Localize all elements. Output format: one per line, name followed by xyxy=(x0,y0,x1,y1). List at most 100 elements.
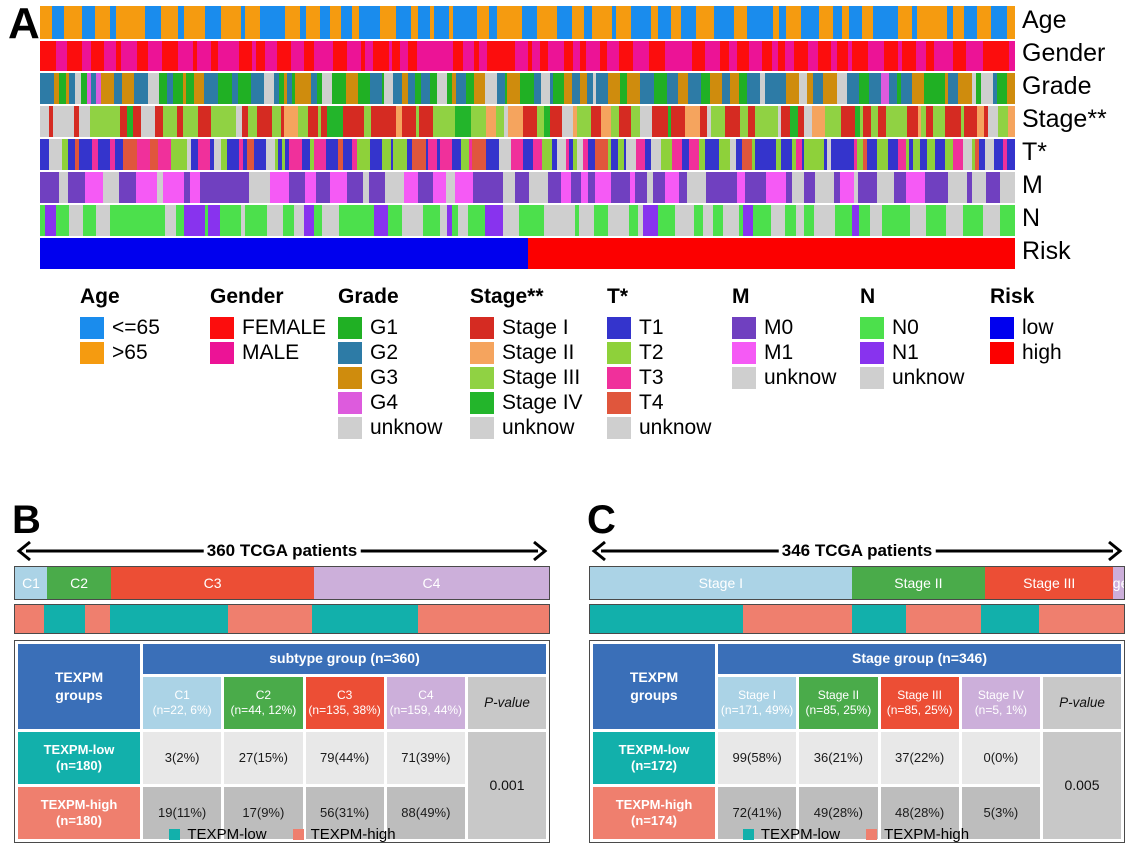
heatmap-seg xyxy=(245,205,262,236)
column-header: C1 (n=22, 6%) xyxy=(143,677,222,729)
legend-item-label: unknow xyxy=(370,415,443,439)
heatmap-seg xyxy=(725,106,740,137)
legend-item-label: G2 xyxy=(370,340,399,364)
legend-item: unknow xyxy=(607,415,711,440)
heatmap-seg xyxy=(137,139,150,170)
heatmap-seg xyxy=(616,6,631,39)
texpm-groups-header: TEXPM groups xyxy=(593,644,715,729)
legend-item: Stage II xyxy=(470,340,583,365)
heatmap-seg xyxy=(515,172,522,203)
heatmap-seg xyxy=(835,205,852,236)
heatmap-seg xyxy=(786,73,799,104)
heatmap-seg xyxy=(136,172,157,203)
heatmap-seg xyxy=(508,106,523,137)
heatmap-seg xyxy=(523,106,537,137)
bottom-legend-item: TEXPM-low xyxy=(169,826,267,843)
bottom-legend-label: TEXPM-high xyxy=(310,826,396,843)
legend-item-label: >65 xyxy=(112,340,148,364)
heatmap-seg xyxy=(419,106,433,137)
heatmap-seg xyxy=(755,106,768,137)
heatmap-seg xyxy=(466,73,474,104)
legend-item: low xyxy=(990,315,1062,340)
heatmap-seg xyxy=(433,106,449,137)
heatmap-seg xyxy=(705,41,720,71)
heatmap-seg xyxy=(884,41,898,71)
heatmap-seg xyxy=(859,73,869,104)
heatmap-seg xyxy=(79,139,92,170)
heatmap-seg xyxy=(520,73,534,104)
heatmap-seg xyxy=(868,41,884,71)
heatmap-seg xyxy=(496,106,504,137)
heatmap-row-m xyxy=(40,172,1015,203)
texpm-segment xyxy=(312,605,419,633)
heatmap-seg xyxy=(1006,172,1015,203)
heatmap-seg xyxy=(991,6,1007,39)
pvalue-cell: 0.005 xyxy=(1043,732,1121,839)
heatmap-seg xyxy=(577,106,591,137)
heatmap-seg xyxy=(847,73,859,104)
heatmap-seg xyxy=(981,73,993,104)
group-segment: C2 xyxy=(47,567,112,599)
heatmap-seg xyxy=(935,139,945,170)
pvalue-header: P-value xyxy=(468,677,546,729)
heatmap-seg xyxy=(611,106,619,137)
heatmap-seg xyxy=(404,172,418,203)
legend-item: >65 xyxy=(80,340,160,365)
heatmap-seg xyxy=(655,106,668,137)
legend-title: Gender xyxy=(210,285,284,308)
heatmap-seg xyxy=(948,172,967,203)
group-segment: C4 xyxy=(314,567,549,599)
data-cell: 79(44%) xyxy=(305,732,384,784)
heatmap-seg xyxy=(612,41,619,71)
heatmap-seg xyxy=(486,139,499,170)
heatmap-seg xyxy=(913,139,920,170)
bottom-legend-swatch-icon xyxy=(742,829,754,840)
heatmap-seg-risk-low xyxy=(40,238,528,269)
group-header: subtype group (n=360) xyxy=(143,644,546,674)
heatmap-seg xyxy=(588,139,595,170)
legend-title: N xyxy=(860,285,876,308)
group-segment: C3 xyxy=(111,567,315,599)
legend-item-label: G1 xyxy=(370,315,399,339)
bottom-legend-swatch-icon xyxy=(866,829,878,840)
heatmap-seg xyxy=(59,172,68,203)
panel-c-letter: C xyxy=(587,498,616,542)
heatmap-seg xyxy=(983,205,1000,236)
heatmap-seg xyxy=(888,139,898,170)
heatmap-seg xyxy=(277,41,291,71)
bottom-legend-swatch-icon xyxy=(292,829,304,840)
heatmap-seg xyxy=(272,106,281,137)
heatmap-seg xyxy=(804,139,812,170)
heatmap-seg xyxy=(1000,205,1015,236)
heatmap-row-gender xyxy=(40,41,1015,71)
heatmap-seg xyxy=(985,139,994,170)
heatmap-legend-group: Age <=65 >65 Gender FEMALE MALE Grade G1 G2 G3 G4 u… xyxy=(80,285,1130,450)
heatmap-seg xyxy=(596,73,608,104)
heatmap-seg xyxy=(343,139,352,170)
heatmap-seg xyxy=(958,73,972,104)
heatmap-seg xyxy=(889,73,897,104)
heatmap-label-risk: Risk xyxy=(1022,237,1071,265)
heatmap-seg xyxy=(730,73,739,104)
heatmap-seg xyxy=(920,139,927,170)
legend-title: Risk xyxy=(990,285,1035,308)
bottom-legend-item: TEXPM-high xyxy=(292,826,396,843)
heatmap-seg xyxy=(749,41,762,71)
heatmap-seg xyxy=(794,41,808,71)
legend-item: FEMALE xyxy=(210,315,326,340)
heatmap-seg xyxy=(68,172,85,203)
legend-swatch-icon xyxy=(338,391,362,414)
column-header: C4 (n=159, 44%) xyxy=(386,677,465,729)
heatmap-seg xyxy=(45,205,56,236)
bottom-legend-label: TEXPM-high xyxy=(884,826,970,843)
heatmap-seg xyxy=(40,172,59,203)
heatmap-seg xyxy=(148,41,162,71)
texpm-segment xyxy=(44,605,85,633)
heatmap-seg xyxy=(267,205,283,236)
heatmap-seg xyxy=(133,6,145,39)
heatmap-seg xyxy=(737,41,749,71)
heatmap-seg xyxy=(873,6,887,39)
heatmap-seg xyxy=(619,106,631,137)
group-segment: Stage III xyxy=(985,567,1114,599)
heatmap-seg xyxy=(813,73,823,104)
